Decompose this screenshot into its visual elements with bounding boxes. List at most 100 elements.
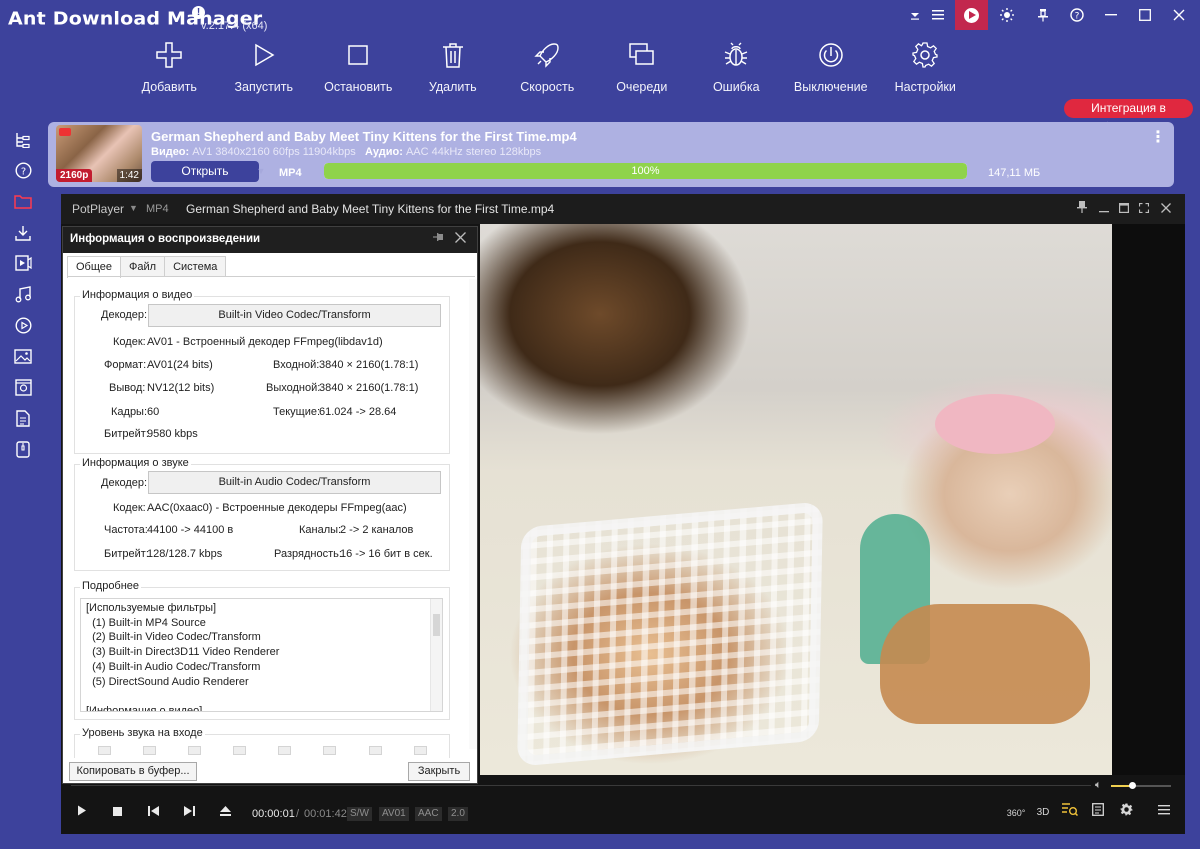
stop-icon[interactable] [105, 802, 129, 824]
list-item: [Используемые фильтры] [86, 602, 217, 614]
delete-button[interactable]: Удалить [406, 40, 501, 98]
format-value: AV01(24 bits) [147, 359, 213, 371]
total-time: 00:01:42 [304, 808, 347, 820]
minimize-icon[interactable] [1095, 200, 1113, 218]
pin-icon[interactable] [1026, 0, 1059, 30]
browser-integration-button[interactable]: Интеграция в браузеры [1064, 99, 1193, 134]
bug-icon [721, 40, 751, 70]
menu-icon[interactable] [921, 0, 954, 30]
channels-badge[interactable]: 2.0 [448, 807, 468, 821]
next-icon[interactable] [177, 802, 201, 824]
sidebar-documents[interactable] [0, 403, 46, 434]
input-level-group: Уровень звука на входе [74, 727, 450, 758]
sidebar-media[interactable] [0, 310, 46, 341]
sidebar-video[interactable] [0, 248, 46, 279]
maximize-icon[interactable] [1128, 0, 1161, 30]
gear-icon[interactable] [1115, 803, 1137, 823]
frames-value: 60 [147, 406, 160, 418]
vr-360-button[interactable]: 360° [1005, 803, 1027, 823]
speed-button[interactable]: Скорость [500, 40, 595, 98]
volume-icon[interactable]: 🔈︎ [1095, 779, 1102, 792]
download-item[interactable]: 2160p 1:42 German Shepherd and Baby Meet… [48, 122, 1174, 187]
menu-icon[interactable] [1153, 803, 1175, 823]
image-icon [14, 349, 32, 364]
minimize-icon[interactable] [1094, 0, 1127, 30]
previous-icon[interactable] [141, 802, 165, 824]
filters-listbox[interactable]: [Используемые фильтры] (1) Built-in MP4 … [80, 598, 443, 712]
potplayer-brand[interactable]: PotPlayer [72, 202, 124, 216]
shutdown-label: Выключение [793, 80, 868, 94]
tab-general[interactable]: Общее [67, 256, 122, 278]
3d-button[interactable]: 3D [1032, 803, 1054, 823]
error-button[interactable]: Ошибка [689, 40, 784, 98]
audio-info-label: Аудио: [364, 146, 403, 158]
listbox-scrollbar[interactable] [430, 599, 442, 711]
copy-to-clipboard-button[interactable]: Копировать в буфер... [69, 762, 197, 781]
dialog-tabs: Общее Файл Система [67, 256, 227, 278]
list-item: [Информация о видео] [86, 704, 203, 712]
eject-icon[interactable] [213, 802, 237, 824]
seek-track[interactable] [71, 785, 1091, 786]
more-vertical-icon[interactable]: ⋮ [1150, 127, 1166, 147]
play-circle-icon [14, 317, 32, 334]
chapters-icon[interactable] [1087, 803, 1109, 823]
sidebar-tree[interactable] [0, 124, 46, 155]
settings-label: Настройки [894, 80, 956, 94]
play-icon[interactable] [70, 802, 94, 824]
level-meter-cell [233, 746, 246, 755]
video-thumbnail[interactable]: 2160p 1:42 [56, 125, 142, 182]
sidebar-archives[interactable] [0, 434, 46, 465]
sw-badge[interactable]: S/W [347, 807, 372, 821]
volume-slider[interactable] [1111, 782, 1171, 789]
shutdown-button[interactable]: Выключение [784, 40, 879, 98]
settings-button[interactable]: Настройки [878, 40, 973, 98]
output-value: NV12(12 bits) [147, 382, 215, 394]
chevron-down-icon[interactable]: ▼ [251, 162, 271, 181]
close-icon[interactable] [1157, 200, 1175, 218]
audio-bitrate-value: 128/128.7 kbps [147, 548, 223, 560]
theme-sun-icon[interactable] [990, 0, 1023, 30]
playlist-search-icon[interactable] [1059, 803, 1081, 823]
sidebar-folder[interactable] [0, 186, 46, 217]
close-icon[interactable] [455, 230, 466, 247]
tab-file[interactable]: Файл [120, 256, 166, 277]
sidebar-help[interactable]: ? [0, 155, 46, 186]
stop-button[interactable]: Остановить [311, 40, 406, 98]
depth-label: Разрядность: [274, 548, 342, 560]
fullscreen-icon[interactable] [1135, 200, 1153, 218]
video-codec-badge[interactable]: AV01 [379, 807, 409, 821]
sidebar-music[interactable] [0, 279, 46, 310]
video-group-label: Информация о видео [80, 289, 195, 301]
channels-value: 2 -> 2 каналов [340, 524, 414, 536]
audio-decoder-button[interactable]: Built-in Audio Codec/Transform [148, 471, 441, 494]
start-button[interactable]: Запустить [217, 40, 312, 98]
chevron-down-icon[interactable]: ▼ [129, 203, 138, 213]
channels-label: Каналы: [299, 524, 342, 536]
pin-icon[interactable] [433, 232, 445, 247]
video-decoder-button[interactable]: Built-in Video Codec/Transform [148, 304, 441, 327]
close-icon[interactable] [1162, 0, 1195, 30]
maximize-icon[interactable] [1115, 200, 1133, 218]
dialog-scrollbar[interactable] [469, 279, 477, 749]
media-play-icon[interactable] [955, 0, 988, 30]
ant-download-manager-window: Ant Download Manager ! v.2.17.4 (x64) ? … [0, 0, 1200, 849]
sidebar-images[interactable] [0, 341, 46, 372]
level-meter-cell [414, 746, 427, 755]
format-label: Формат: [104, 359, 147, 371]
queues-button[interactable]: Очереди [595, 40, 690, 98]
sidebar-programs[interactable] [0, 372, 46, 403]
document-icon [16, 410, 30, 427]
pin-icon[interactable] [1073, 200, 1091, 218]
tab-system[interactable]: Система [164, 256, 227, 277]
video-frame[interactable] [480, 224, 1112, 775]
add-button[interactable]: Добавить [122, 40, 217, 98]
plus-icon [154, 40, 184, 70]
open-button[interactable]: Открыть [151, 161, 259, 182]
question-icon: ? [14, 162, 32, 179]
video-decoder-label: Декодер: [101, 309, 148, 321]
help-icon[interactable]: ? [1060, 0, 1093, 30]
audio-codec-badge[interactable]: AAC [415, 807, 442, 821]
volume-knob[interactable] [1129, 782, 1136, 789]
close-button[interactable]: Закрыть [408, 762, 470, 781]
sidebar-downloads[interactable] [0, 217, 46, 248]
